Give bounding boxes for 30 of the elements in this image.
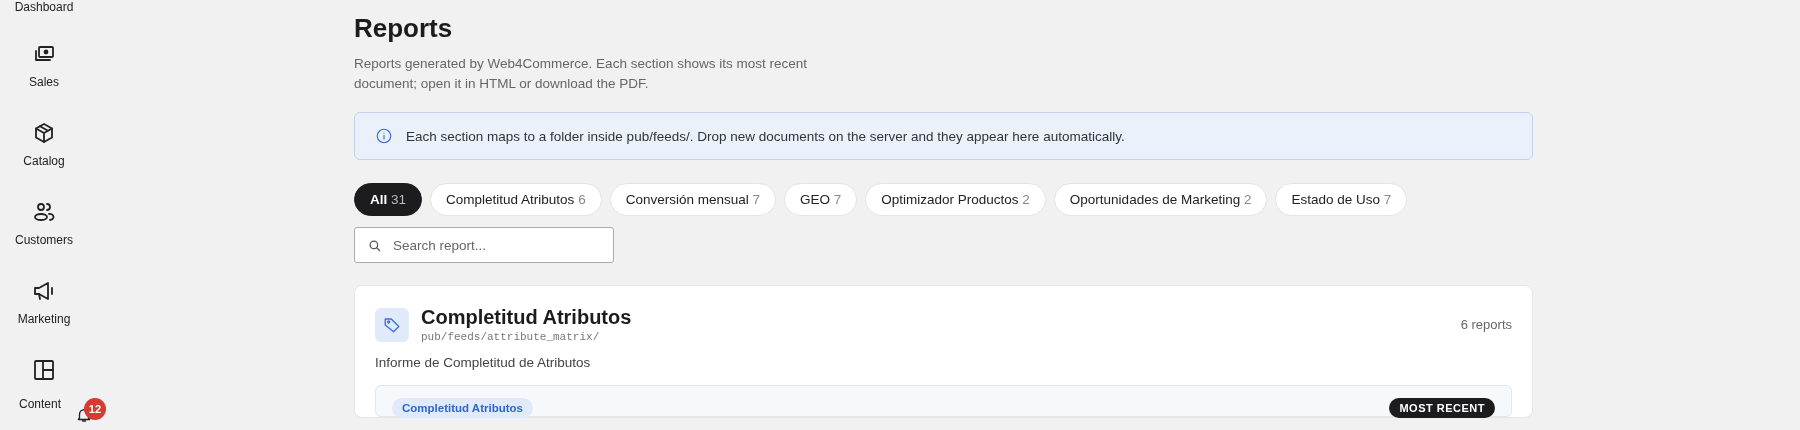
filter-chip[interactable]: All 31 bbox=[354, 183, 423, 216]
info-text: Each section maps to a folder inside pub/feeds/. Drop new documents on the server and they appear here automatically. bbox=[406, 128, 1125, 144]
report-count: 6 reports bbox=[1460, 317, 1512, 332]
nav-item[interactable]: Marketing bbox=[17, 312, 71, 326]
most-recent-badge: MOST RECENT bbox=[1389, 398, 1495, 418]
people-icon[interactable] bbox=[32, 200, 56, 224]
nav-item[interactable]: Catalog bbox=[23, 154, 65, 168]
page-description: Reports generated by Web4Commerce. Each section shows its most recent document; open it in HTML or download the PDF. bbox=[354, 55, 808, 93]
filter-chip[interactable]: Estado de Uso 7 bbox=[1275, 183, 1408, 216]
section-title: Completitud Atributos bbox=[421, 306, 633, 329]
category-tag: Completitud Atributos bbox=[392, 398, 533, 418]
filter-chip[interactable]: Oportunidades de Marketing 2 bbox=[1053, 183, 1268, 216]
box-icon[interactable] bbox=[32, 121, 56, 145]
nav-item[interactable]: Customers bbox=[15, 233, 73, 247]
nav-item[interactable]: Content bbox=[19, 397, 61, 411]
page-title: Reports bbox=[354, 12, 454, 44]
filter-chip[interactable]: GEO 7 bbox=[784, 183, 858, 216]
nav-item[interactable]: Sales bbox=[29, 75, 59, 89]
search-field[interactable]: Search report... bbox=[354, 227, 614, 263]
folder-path: pub/feeds/attribute_matrix/ bbox=[421, 331, 601, 343]
tag-icon bbox=[375, 307, 409, 342]
filter-chip[interactable]: Completitud Atributos 6 bbox=[430, 183, 602, 216]
info-icon bbox=[375, 127, 393, 145]
section-description: Informe de Completitud de Atributos bbox=[375, 355, 592, 370]
layout-icon[interactable] bbox=[32, 358, 56, 382]
nav-item[interactable]: Dashboard bbox=[14, 0, 74, 14]
filter-chip[interactable]: Conversión mensual 7 bbox=[609, 183, 776, 216]
filter-chip[interactable]: Optimizador Productos 2 bbox=[865, 183, 1046, 216]
notification-badge: 12 bbox=[84, 398, 106, 420]
megaphone-icon[interactable] bbox=[32, 279, 56, 303]
